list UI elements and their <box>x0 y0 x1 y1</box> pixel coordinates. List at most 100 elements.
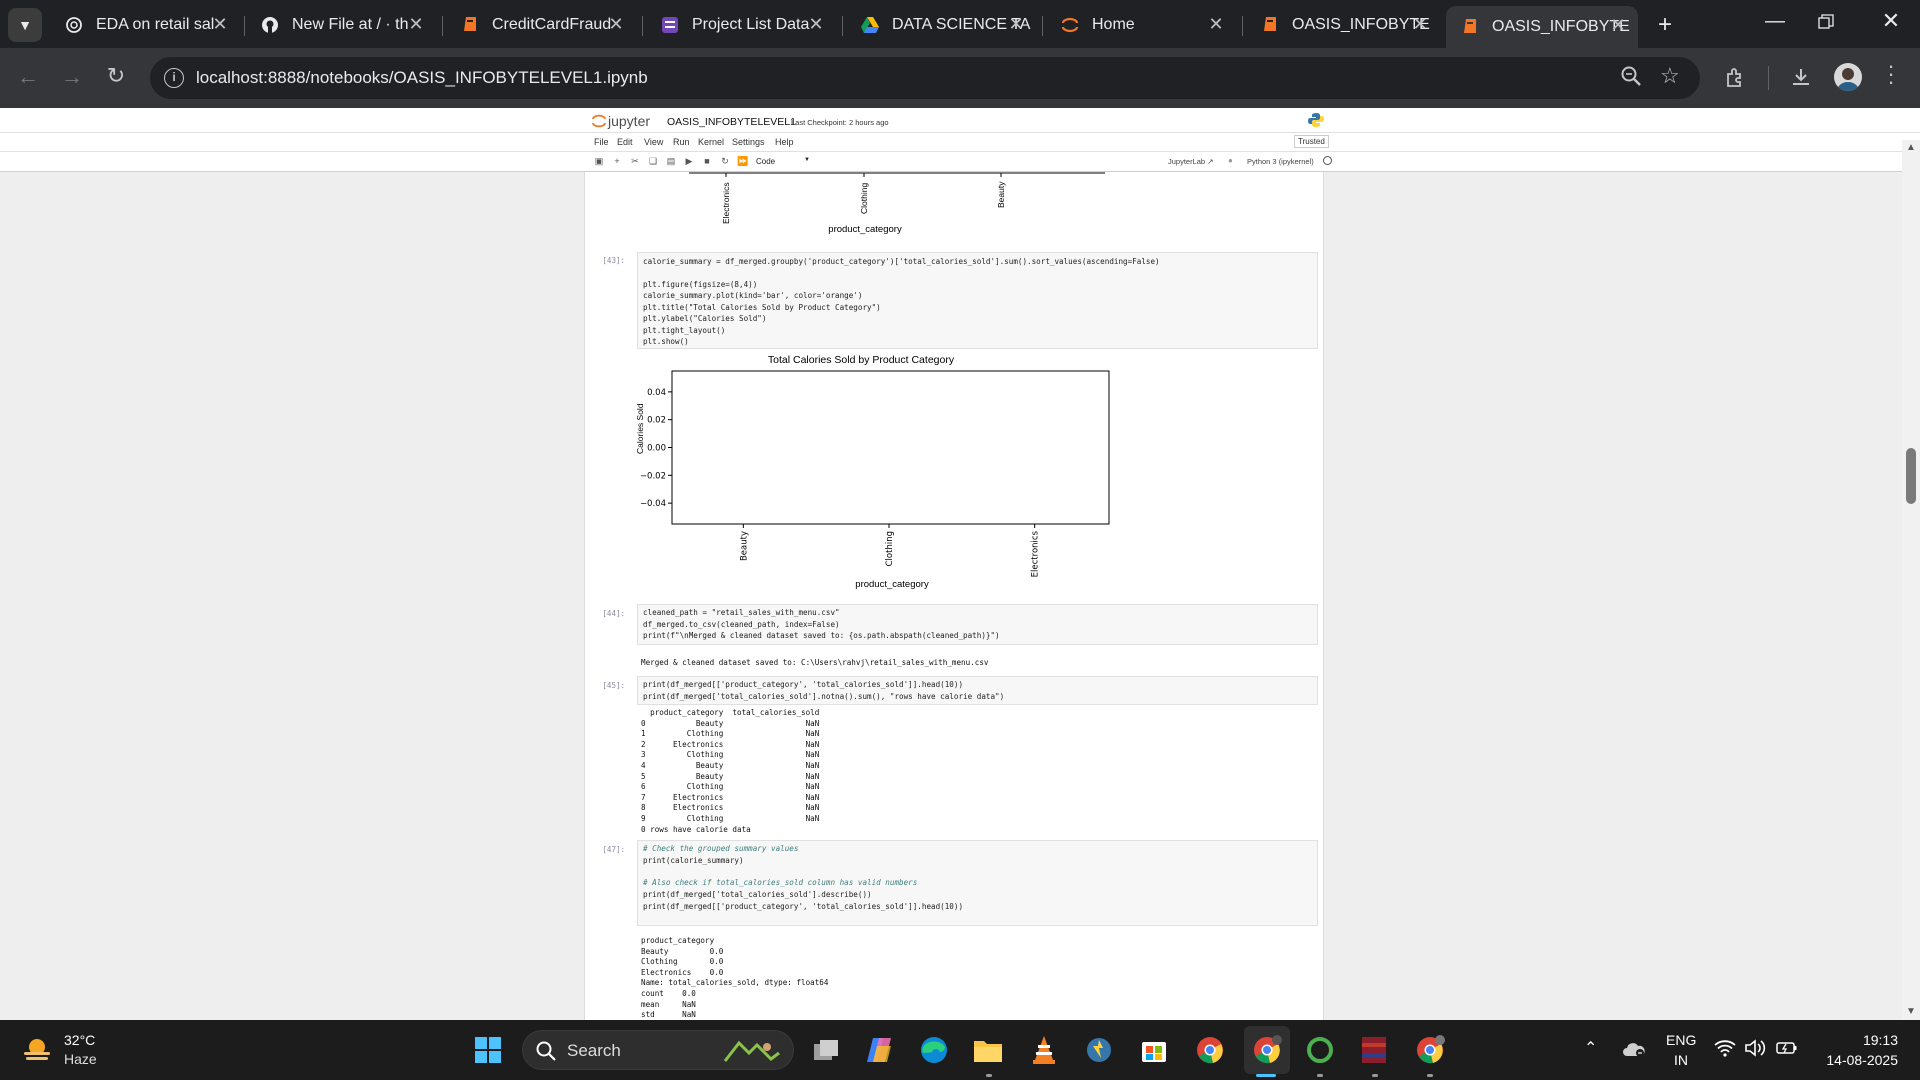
url-text[interactable]: localhost:8888/notebooks/OASIS_INFOBYTEL… <box>196 68 648 88</box>
close-icon[interactable]: ✕ <box>606 14 626 35</box>
browser-tab-7[interactable]: OASIS_INFOBYTE ✕ <box>1246 8 1440 42</box>
tab-search-button[interactable]: ▼ <box>8 8 42 42</box>
tab-separator <box>1242 16 1243 36</box>
notebook-name[interactable]: OASIS_INFOBYTELEVEL1 <box>667 116 796 128</box>
close-icon[interactable]: ✕ <box>1206 14 1226 35</box>
code-cell-47[interactable]: # Check the grouped summary values print… <box>637 840 1318 926</box>
code-text: print(f"\nMerged & cleaned dataset saved… <box>643 631 1000 640</box>
code-text: print(df_merged[['product_category', 'to… <box>643 680 964 689</box>
cut-icon[interactable]: ✂ <box>626 156 644 167</box>
language-indicator-bottom[interactable]: IN <box>1674 1052 1688 1068</box>
clock-date[interactable]: 14-08-2025 <box>1816 1052 1898 1068</box>
stop-icon[interactable]: ■ <box>698 156 716 166</box>
weather-widget[interactable]: 32°C Haze <box>20 1030 130 1070</box>
forward-arrow-icon[interactable]: → <box>56 64 88 90</box>
restore-button[interactable] <box>1818 14 1840 36</box>
close-icon[interactable]: ✕ <box>1608 15 1628 36</box>
paste-icon[interactable]: ▤ <box>662 156 680 167</box>
show-hidden-icons-chevron-icon[interactable]: ⌃ <box>1584 1038 1597 1058</box>
menu-kernel[interactable]: Kernel <box>698 137 724 147</box>
file-explorer-icon[interactable] <box>970 1032 1006 1068</box>
browser-toolbar: ← → ↻ i localhost:8888/notebooks/OASIS_I… <box>0 48 1920 108</box>
fast-forward-icon[interactable]: ⏩ <box>734 156 752 167</box>
minimize-button[interactable]: — <box>1760 10 1790 40</box>
battery-icon[interactable] <box>1776 1040 1798 1061</box>
browser-tab-4[interactable]: Project List Data ✕ <box>646 8 836 42</box>
reload-icon[interactable]: ↻ <box>100 63 132 89</box>
restart-icon[interactable]: ↻ <box>716 156 734 167</box>
onedrive-sync-icon[interactable] <box>1622 1040 1646 1063</box>
clock-time[interactable]: 19:13 <box>1842 1032 1898 1048</box>
trusted-indicator[interactable]: Trusted <box>1294 135 1329 148</box>
winrar-icon[interactable] <box>1356 1032 1392 1068</box>
copilot-icon[interactable] <box>862 1032 898 1068</box>
menu-settings[interactable]: Settings <box>732 137 765 147</box>
page-scrollbar[interactable]: ▲ ▼ <box>1902 140 1920 1020</box>
menu-view[interactable]: View <box>644 137 663 147</box>
scroll-down-arrow-icon[interactable]: ▼ <box>1906 1006 1916 1017</box>
code-cell-44[interactable]: cleaned_path = "retail_sales_with_menu.c… <box>637 604 1318 645</box>
menu-file[interactable]: File <box>594 137 609 147</box>
address-bar[interactable]: i localhost:8888/notebooks/OASIS_INFOBYT… <box>150 57 1700 99</box>
close-icon[interactable]: ✕ <box>406 14 426 35</box>
browser-tab-6[interactable]: Home ✕ <box>1046 8 1236 42</box>
browser-tab-1[interactable]: EDA on retail sal ✕ <box>50 8 240 42</box>
jupyter-logo[interactable]: jupyter <box>592 113 650 129</box>
copy-icon[interactable]: ❏ <box>644 156 662 167</box>
chrome-icon[interactable] <box>1192 1032 1228 1068</box>
menu-edit[interactable]: Edit <box>617 137 633 147</box>
back-arrow-icon[interactable]: ← <box>12 64 44 90</box>
zoom-icon[interactable] <box>1620 65 1642 92</box>
haze-sun-icon <box>22 1036 52 1069</box>
menu-dots-icon[interactable]: · · · <box>1884 55 1898 93</box>
menu-run[interactable]: Run <box>673 137 690 147</box>
close-icon[interactable]: ✕ <box>1006 14 1026 35</box>
task-view-icon[interactable] <box>808 1032 844 1068</box>
jupyterlab-link[interactable]: JupyterLab ↗ <box>1168 157 1214 166</box>
language-indicator-top[interactable]: ENG <box>1666 1032 1696 1048</box>
download-icon[interactable] <box>1790 66 1812 93</box>
vlc-icon[interactable] <box>1026 1032 1062 1068</box>
external-link-icon: ↗ <box>1207 157 1214 166</box>
chrome-second-profile-icon[interactable] <box>1412 1032 1448 1068</box>
python-idle-icon[interactable] <box>1082 1032 1118 1068</box>
kernel-name[interactable]: Python 3 (ipykernel) <box>1247 157 1314 166</box>
browser-tab-5[interactable]: DATA SCIENCE TA ✕ <box>846 8 1036 42</box>
chevron-down-icon: ▼ <box>18 17 32 33</box>
extensions-icon[interactable] <box>1724 67 1746 94</box>
kernel-status-circle-icon <box>1323 156 1332 165</box>
cell-type-select[interactable]: Code ▼ <box>756 157 810 166</box>
bookmark-star-icon[interactable]: ☆ <box>1660 63 1680 89</box>
code-cell-45[interactable]: print(df_merged[['product_category', 'to… <box>637 676 1318 705</box>
add-cell-icon[interactable]: + <box>608 156 626 166</box>
close-icon[interactable]: ✕ <box>806 14 826 35</box>
weather-description: Haze <box>64 1051 97 1067</box>
close-icon[interactable]: ✕ <box>1410 14 1430 35</box>
scroll-up-arrow-icon[interactable]: ▲ <box>1906 142 1916 153</box>
edge-browser-icon[interactable] <box>916 1032 952 1068</box>
run-icon[interactable]: ▶ <box>680 156 698 167</box>
app-ring-icon[interactable] <box>1302 1032 1338 1068</box>
scrollbar-thumb[interactable] <box>1906 448 1916 504</box>
jupyter-notebook-icon <box>1260 15 1280 35</box>
running-indicator <box>1372 1074 1378 1077</box>
start-button[interactable] <box>470 1032 506 1068</box>
browser-tab-8-active[interactable]: OASIS_INFOBYTE ✕ <box>1446 6 1638 48</box>
browser-tab-2[interactable]: New File at / · th ✕ <box>246 8 436 42</box>
wifi-icon[interactable] <box>1714 1039 1736 1062</box>
close-window-button[interactable]: ✕ <box>1876 8 1906 38</box>
new-tab-button[interactable]: + <box>1650 10 1680 40</box>
taskbar-search-box[interactable]: Search <box>522 1030 794 1070</box>
chrome-profile-icon-active[interactable] <box>1249 1032 1285 1068</box>
menu-help[interactable]: Help <box>775 137 794 147</box>
profile-avatar[interactable] <box>1834 63 1862 91</box>
volume-icon[interactable] <box>1744 1039 1766 1062</box>
save-icon[interactable]: ▣ <box>590 156 608 167</box>
cell-output: product_category Beauty 0.0 Clothing 0.0… <box>641 936 829 1020</box>
code-cell-43[interactable]: calorie_summary = df_merged.groupby('pro… <box>637 252 1318 349</box>
close-icon[interactable]: ✕ <box>210 14 230 35</box>
browser-tab-3[interactable]: CreditCardFraud ✕ <box>446 8 636 42</box>
microsoft-store-icon[interactable] <box>1136 1032 1172 1068</box>
bar-chart: 0.04 0.02 0.00 −0.02 −0.04 Beauty Clothing Ele… <box>640 370 1110 577</box>
site-info-icon[interactable]: i <box>164 68 184 88</box>
